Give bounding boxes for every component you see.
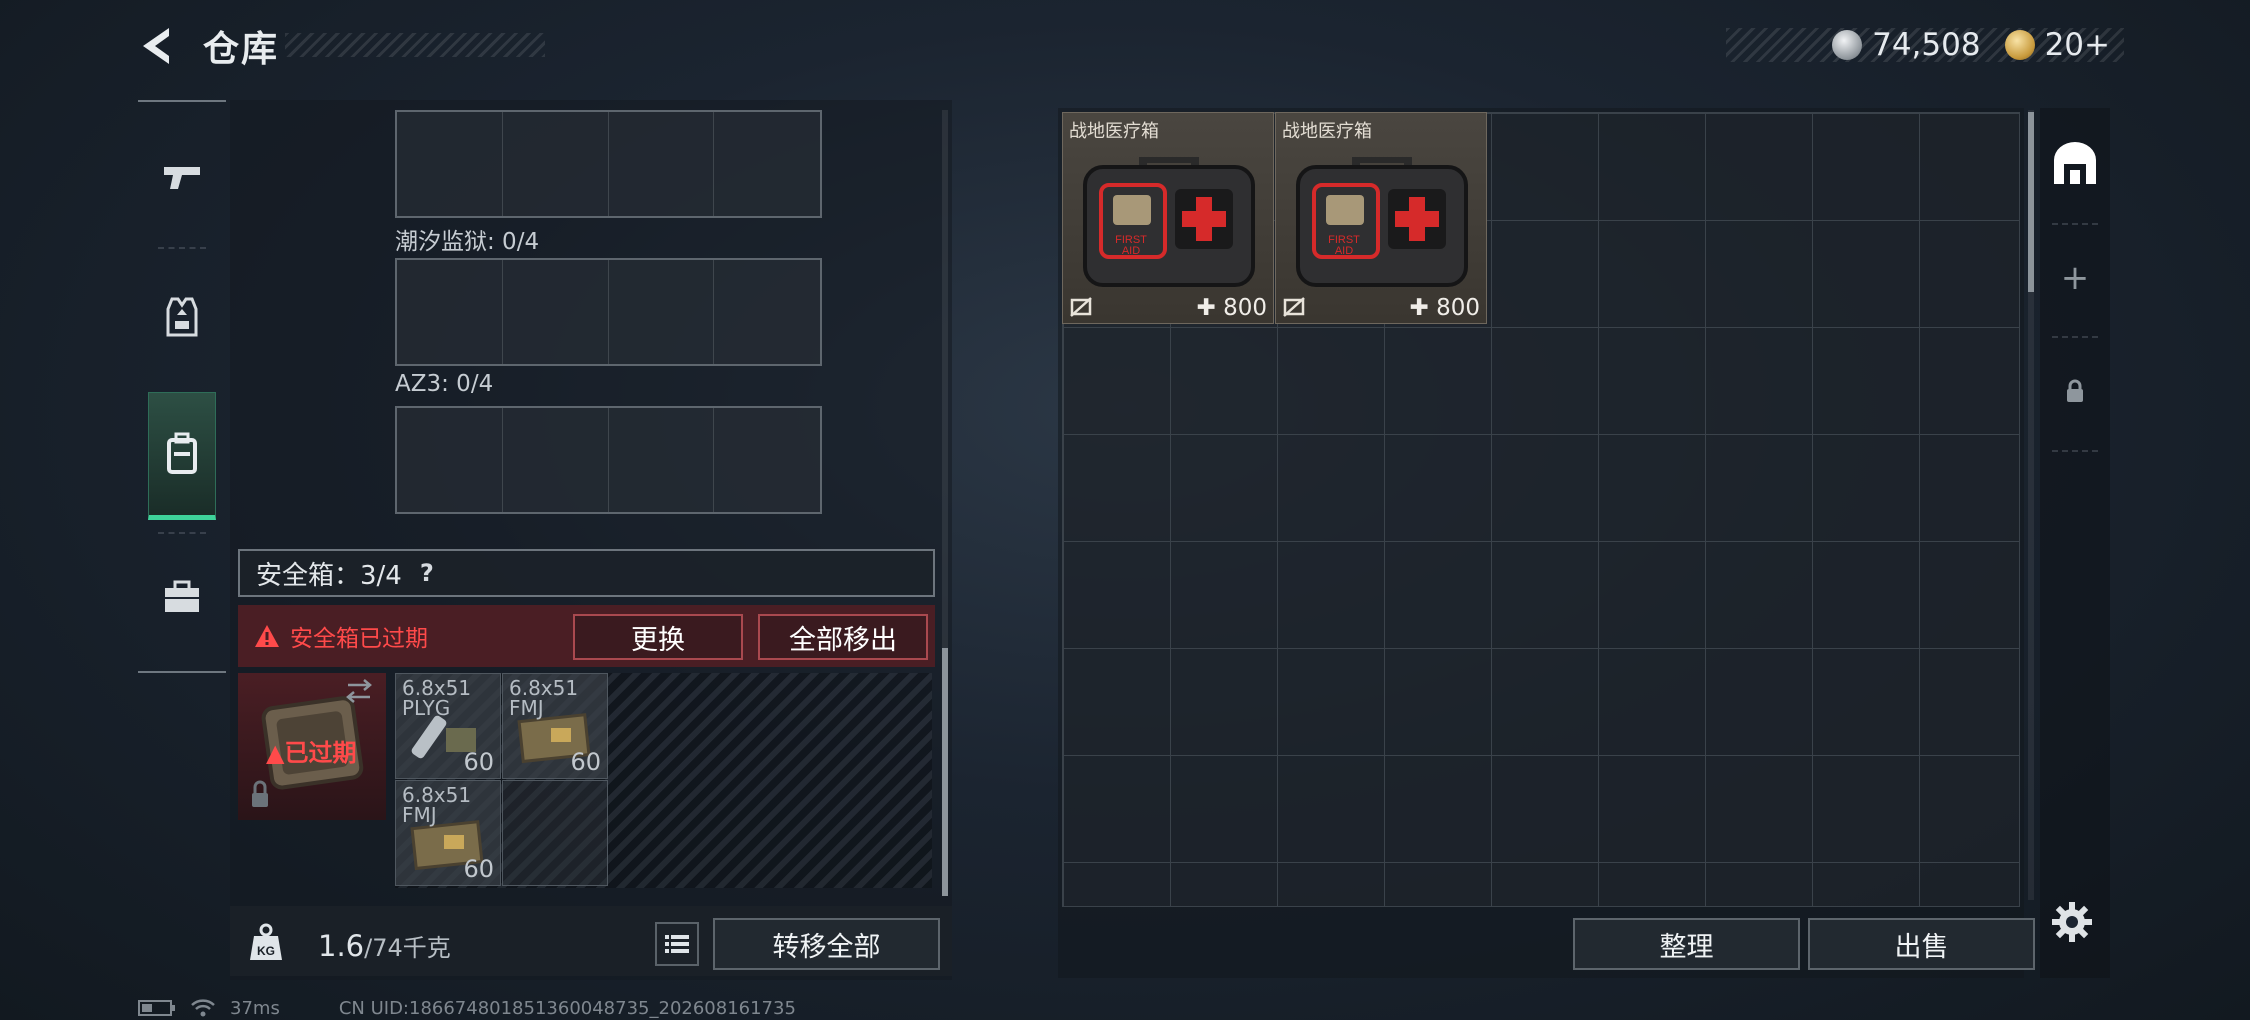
settings-icon[interactable] <box>2050 900 2094 944</box>
weight-max: /74千克 <box>364 934 451 962</box>
lock-icon <box>2067 379 2083 402</box>
ammo-item[interactable]: 6.8x51 PLYG 60 <box>395 673 501 779</box>
ammo-name: 6.8x51 FMJ <box>509 676 579 720</box>
ammo-count: 60 <box>570 748 601 776</box>
ammo-count: 60 <box>463 855 494 883</box>
briefcase-icon <box>165 580 199 612</box>
wifi-icon <box>191 999 215 1017</box>
safe-box-slot[interactable]: ▲已过期 <box>238 673 386 820</box>
safe-box-header: 安全箱：3/4 ? <box>238 549 935 597</box>
silver-currency-value: 74,508 <box>1872 27 1981 63</box>
list-icon <box>665 935 689 953</box>
empty-slot[interactable] <box>502 780 608 886</box>
item-name: 战地医疗箱 <box>1282 121 1372 142</box>
help-icon[interactable]: ? <box>420 559 434 587</box>
backpack-icon <box>167 432 197 474</box>
svg-text:AID: AID <box>1122 245 1140 257</box>
weight-current: 1.6 <box>318 929 365 963</box>
gold-coin-icon <box>2004 30 2035 60</box>
no-transfer-icon <box>1070 297 1092 317</box>
pocket-grid[interactable] <box>395 110 822 218</box>
currency-bar: 74,508 20+ <box>1726 27 2124 63</box>
weight-readout: 1.6/74千克 <box>318 928 451 963</box>
tab-backpack[interactable] <box>148 392 216 520</box>
ping-text: 37ms <box>230 997 280 1019</box>
ammo-name: 6.8x51 FMJ <box>402 783 472 827</box>
ammo-name: 6.8x51 PLYG <box>402 676 472 720</box>
expired-text: 安全箱已过期 <box>290 626 428 652</box>
back-icon[interactable] <box>135 22 183 70</box>
status-footer: 37ms CN UID:18667480185136004873​5_20260… <box>138 996 796 1020</box>
title-decoration <box>285 33 545 57</box>
gold-currency-value[interactable]: 20+ <box>2045 27 2110 63</box>
ammo-item[interactable]: 6.8x51 FMJ 60 <box>395 780 501 886</box>
safe-box-grid[interactable]: 6.8x51 PLYG 60 6.8x51 FMJ 60 6.8x51 FMJ … <box>395 673 932 888</box>
stash-page-tabs: + <box>2040 108 2110 978</box>
ammo-count: 60 <box>463 748 494 776</box>
add-stash-page-button[interactable]: + <box>2040 223 2110 333</box>
item-heal-value: ✚ 800 <box>1196 295 1268 321</box>
tab-armor[interactable] <box>138 252 226 382</box>
stash-icon <box>2054 142 2096 184</box>
battery-icon <box>138 1000 175 1016</box>
pocket-label: AZ3: 0/4 <box>395 371 494 397</box>
tab-stash-main[interactable] <box>2040 108 2110 218</box>
pistol-icon <box>164 167 200 189</box>
ammo-item[interactable]: 6.8x51 FMJ 60 <box>502 673 608 779</box>
vest-icon <box>166 297 198 337</box>
pocket-label: 潮汐监狱: 0/4 <box>395 229 540 255</box>
svg-text:AID: AID <box>1335 245 1353 257</box>
sort-button[interactable]: 整理 <box>1573 918 1800 970</box>
expired-warning-bar: 安全箱已过期 更换 全部移出 <box>238 605 935 667</box>
item-heal-value: ✚ 800 <box>1409 295 1481 321</box>
transfer-all-button[interactable]: 转移全部 <box>713 918 940 970</box>
weight-icon: KG <box>250 923 282 960</box>
category-tabs <box>138 100 226 673</box>
stash-item-medkit[interactable]: 战地医疗箱 FIRST AID ✚ 800 <box>1062 112 1274 324</box>
page-title: 仓库 <box>203 29 280 70</box>
item-name: 战地医疗箱 <box>1069 121 1159 142</box>
tab-locked-page[interactable] <box>2040 336 2110 446</box>
scrollbar-thumb[interactable] <box>942 648 948 896</box>
list-view-button[interactable] <box>655 922 699 966</box>
sell-button[interactable]: 出售 <box>1808 918 2035 970</box>
first-aid-kit-icon: FIRST AID <box>1296 157 1468 287</box>
safe-box-title: 安全箱：3/4 <box>256 560 402 591</box>
pocket-grid[interactable] <box>395 406 822 514</box>
tab-case[interactable] <box>138 532 226 662</box>
tab-weapons[interactable] <box>138 112 226 242</box>
first-aid-kit-icon: FIRST AID <box>1083 157 1255 287</box>
pocket-grid[interactable] <box>395 258 822 366</box>
case-expired-label: ▲已过期 <box>266 739 357 767</box>
uid-text: CN UID:18667480185136004873​5_2026081617… <box>338 997 796 1019</box>
remove-all-button[interactable]: 全部移出 <box>758 614 928 660</box>
stash-scrollbar-thumb[interactable] <box>2028 112 2034 292</box>
silver-coin-icon <box>1832 30 1863 60</box>
stash-item-medkit[interactable]: 战地医疗箱 FIRST AID ✚ 800 <box>1275 112 1487 324</box>
replace-button[interactable]: 更换 <box>573 614 743 660</box>
warning-icon <box>255 625 279 647</box>
no-transfer-icon <box>1283 297 1305 317</box>
svg-text:KG: KG <box>257 944 275 958</box>
